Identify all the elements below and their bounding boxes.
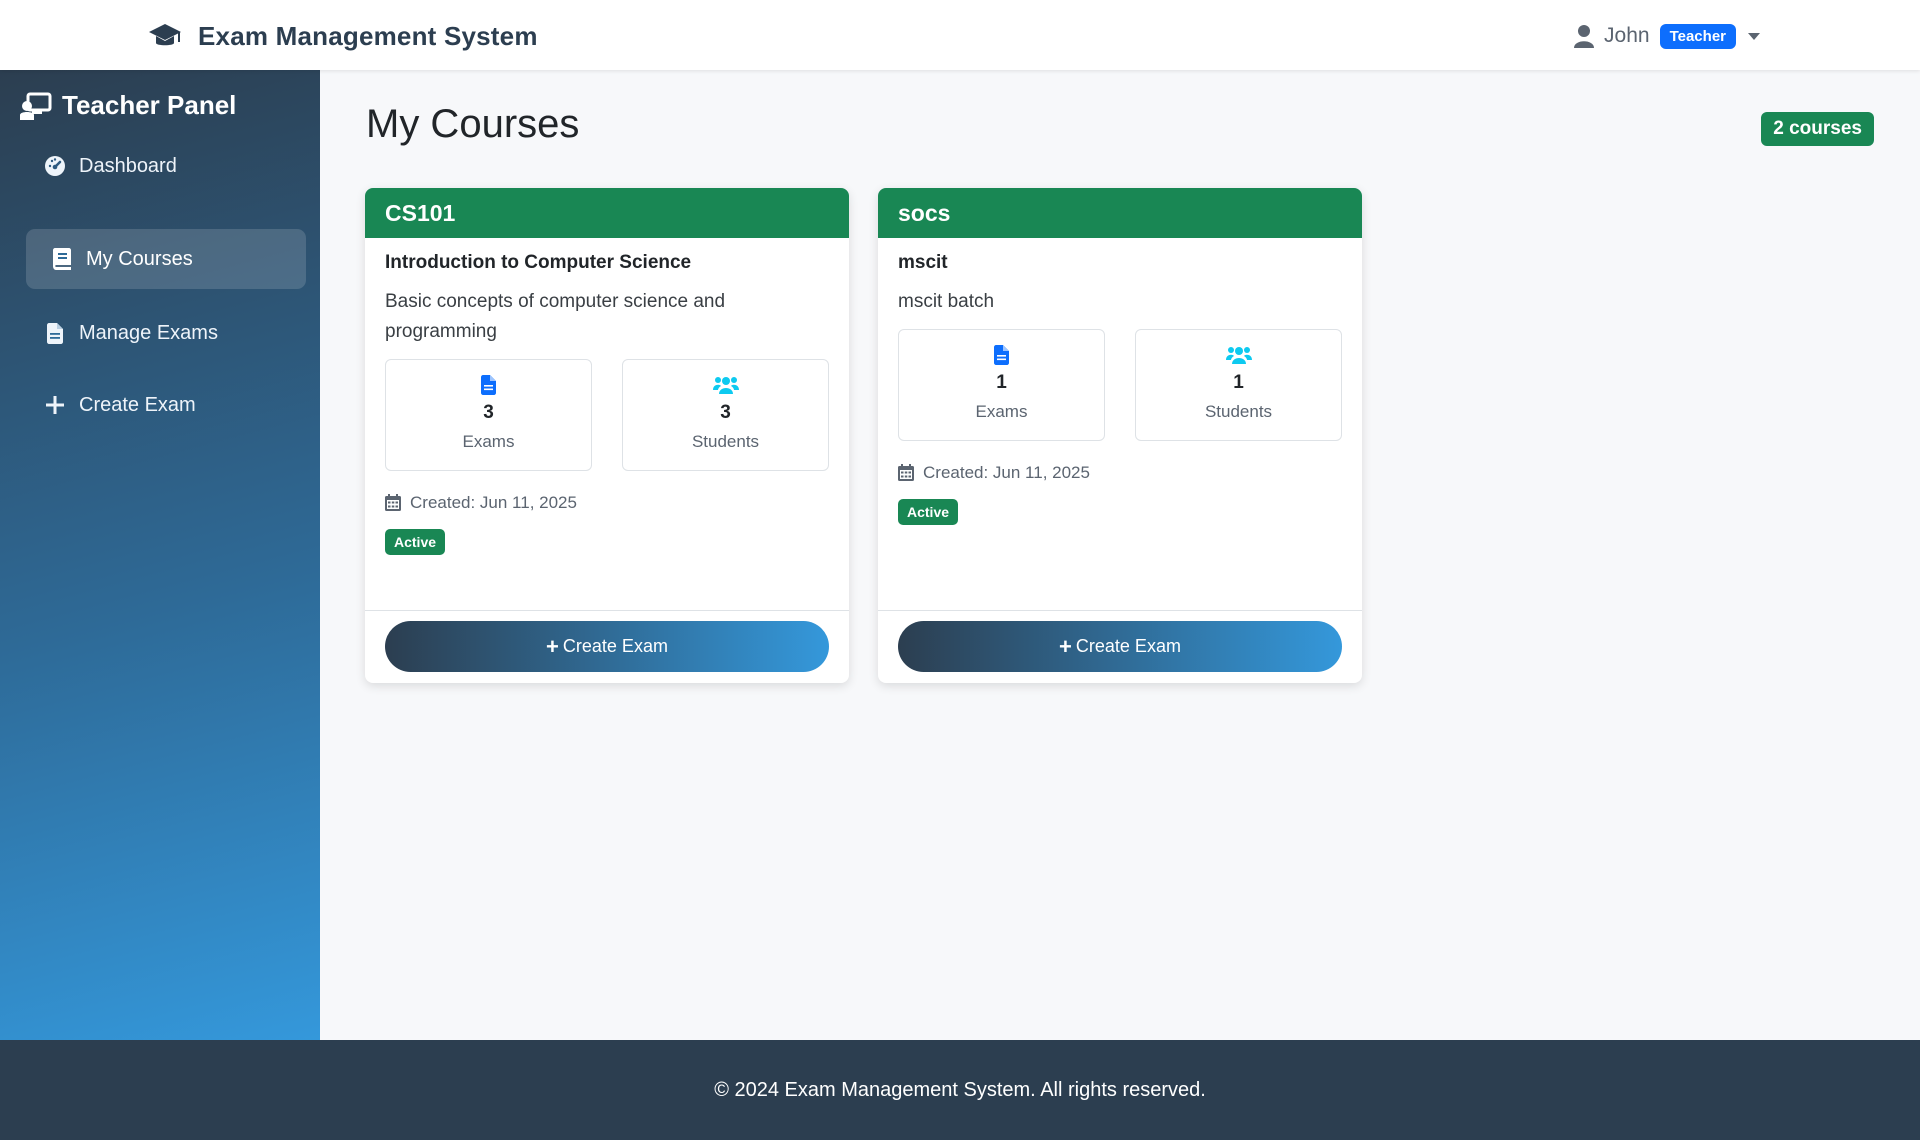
plus-icon: + bbox=[1059, 633, 1072, 659]
created-date: Created: Jun 11, 2025 bbox=[898, 463, 1342, 483]
file-icon bbox=[43, 321, 67, 345]
students-label: Students bbox=[691, 431, 760, 451]
created-date: Created: Jun 11, 2025 bbox=[385, 493, 829, 513]
file-icon bbox=[481, 374, 496, 396]
students-count: 3 bbox=[720, 401, 731, 423]
course-name: Introduction to Computer Science bbox=[385, 252, 692, 273]
brand-title: Exam Management System bbox=[198, 20, 538, 51]
users-icon bbox=[1225, 344, 1252, 366]
gauge-icon bbox=[43, 154, 67, 178]
created-text: Created: Jun 11, 2025 bbox=[923, 462, 1090, 482]
students-stat: 3 Students bbox=[622, 358, 829, 471]
create-exam-button[interactable]: + Create Exam bbox=[385, 621, 829, 672]
user-icon bbox=[1574, 25, 1595, 48]
course-stats: 1 Exams 1 Students bbox=[898, 328, 1342, 441]
card-footer: + Create Exam bbox=[878, 610, 1362, 683]
create-exam-label: Create Exam bbox=[562, 636, 668, 656]
status-badge: Active bbox=[385, 528, 446, 555]
students-stat: 1 Students bbox=[1135, 328, 1342, 441]
role-badge: Teacher bbox=[1659, 23, 1736, 49]
status-badge: Active bbox=[898, 498, 959, 525]
page-title: My Courses bbox=[366, 102, 580, 146]
course-card: CS101 Introduction to Computer Science B… bbox=[365, 188, 849, 683]
exams-count: 1 bbox=[996, 371, 1007, 393]
created-text: Created: Jun 11, 2025 bbox=[410, 492, 577, 512]
user-dropdown[interactable]: John Teacher bbox=[1574, 20, 1760, 52]
sidebar: Teacher Panel Dashboard My Courses Manag… bbox=[0, 70, 320, 1040]
exams-stat: 3 Exams bbox=[385, 358, 592, 471]
course-name: mscit bbox=[898, 252, 948, 273]
sidebar-item-label: Dashboard bbox=[79, 154, 177, 177]
sidebar-item-label: Create Exam bbox=[79, 393, 196, 416]
graduation-cap-icon bbox=[149, 24, 181, 46]
page-footer: © 2024 Exam Management System. All right… bbox=[0, 1040, 1920, 1140]
calendar-icon bbox=[385, 494, 401, 512]
calendar-icon bbox=[898, 464, 914, 482]
course-stats: 3 Exams 3 Students bbox=[385, 358, 829, 471]
card-footer: + Create Exam bbox=[365, 610, 849, 683]
sidebar-item-my-courses[interactable]: My Courses bbox=[26, 229, 306, 289]
book-icon bbox=[50, 247, 74, 271]
create-exam-label: Create Exam bbox=[1075, 636, 1181, 656]
course-count-badge: 2 courses bbox=[1761, 112, 1874, 146]
course-description: mscit batch bbox=[898, 290, 995, 312]
exams-label: Exams bbox=[975, 401, 1028, 421]
course-code: socs bbox=[878, 188, 1362, 238]
plus-icon bbox=[43, 393, 67, 417]
sidebar-item-label: My Courses bbox=[86, 247, 193, 270]
course-code: CS101 bbox=[365, 188, 849, 238]
course-description: Basic concepts of computer science and p… bbox=[385, 290, 726, 342]
course-card: socs mscit mscit batch 1 Exams 1 Student… bbox=[878, 188, 1362, 683]
sidebar-title-text: Teacher Panel bbox=[62, 90, 237, 120]
sidebar-item-label: Manage Exams bbox=[79, 321, 218, 344]
brand-link[interactable]: Exam Management System bbox=[148, 19, 538, 53]
sidebar-item-manage-exams[interactable]: Manage Exams bbox=[26, 303, 306, 363]
create-exam-button[interactable]: + Create Exam bbox=[898, 621, 1342, 672]
file-icon bbox=[994, 344, 1009, 366]
sidebar-title: Teacher Panel bbox=[20, 90, 236, 121]
user-name: John bbox=[1604, 24, 1650, 47]
sidebar-item-create-exam[interactable]: Create Exam bbox=[26, 375, 306, 435]
exams-label: Exams bbox=[462, 431, 515, 451]
sidebar-item-dashboard[interactable]: Dashboard bbox=[26, 136, 306, 196]
exams-stat: 1 Exams bbox=[898, 328, 1105, 441]
users-icon bbox=[712, 374, 739, 396]
plus-icon: + bbox=[546, 633, 559, 659]
students-count: 1 bbox=[1233, 371, 1244, 393]
students-label: Students bbox=[1204, 401, 1273, 421]
chalkboard-teacher-icon bbox=[20, 92, 52, 120]
footer-text: © 2024 Exam Management System. All right… bbox=[714, 1078, 1206, 1101]
chevron-down-icon bbox=[1748, 32, 1760, 40]
exams-count: 3 bbox=[483, 401, 494, 423]
top-navbar: Exam Management System John Teacher bbox=[0, 0, 1920, 70]
